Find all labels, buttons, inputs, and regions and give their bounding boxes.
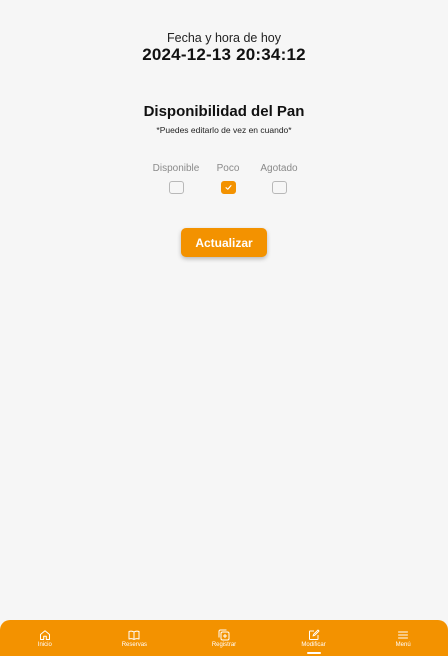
nav-item-menu[interactable]: Menú — [358, 620, 448, 656]
menu-icon — [398, 631, 409, 639]
book-icon — [128, 630, 140, 640]
nav-item-modificar[interactable]: Modificar — [269, 620, 359, 656]
edit-icon — [308, 629, 320, 640]
bottom-nav: Inicio Reservas Registrar Modificar Menú — [0, 620, 448, 656]
update-button[interactable]: Actualizar — [181, 228, 267, 257]
nav-label-modificar: Modificar — [301, 642, 326, 648]
nav-item-registrar[interactable]: Registrar — [179, 620, 269, 656]
check-icon — [224, 185, 232, 190]
nav-label-inicio: Inicio — [37, 642, 52, 648]
option-agotado[interactable]: Agotado — [244, 163, 314, 194]
datetime-label: Fecha y hora de hoy — [167, 31, 281, 45]
home-icon — [39, 630, 50, 640]
nav-item-inicio[interactable]: Inicio — [0, 620, 90, 656]
nav-label-registrar: Registrar — [211, 642, 237, 648]
nav-label-menu: Menú — [395, 642, 411, 648]
add-box-icon — [218, 629, 230, 641]
availability-note: *Puedes editarlo de vez en cuando* — [156, 125, 292, 135]
nav-item-reservas[interactable]: Reservas — [90, 620, 180, 656]
screen: Fecha y hora de hoy 2024-12-13 20:34:12 … — [0, 0, 448, 656]
option-disponible-checkbox[interactable] — [168, 181, 184, 194]
option-agotado-checkbox[interactable] — [271, 181, 287, 194]
datetime-value: 2024-12-13 20:34:12 — [142, 45, 306, 64]
nav-label-reservas: Reservas — [121, 642, 148, 648]
availability-title: Disponibilidad del Pan — [143, 103, 305, 120]
active-indicator — [306, 652, 321, 654]
option-poco-checkbox[interactable] — [220, 181, 236, 194]
option-agotado-label: Agotado — [260, 163, 298, 174]
